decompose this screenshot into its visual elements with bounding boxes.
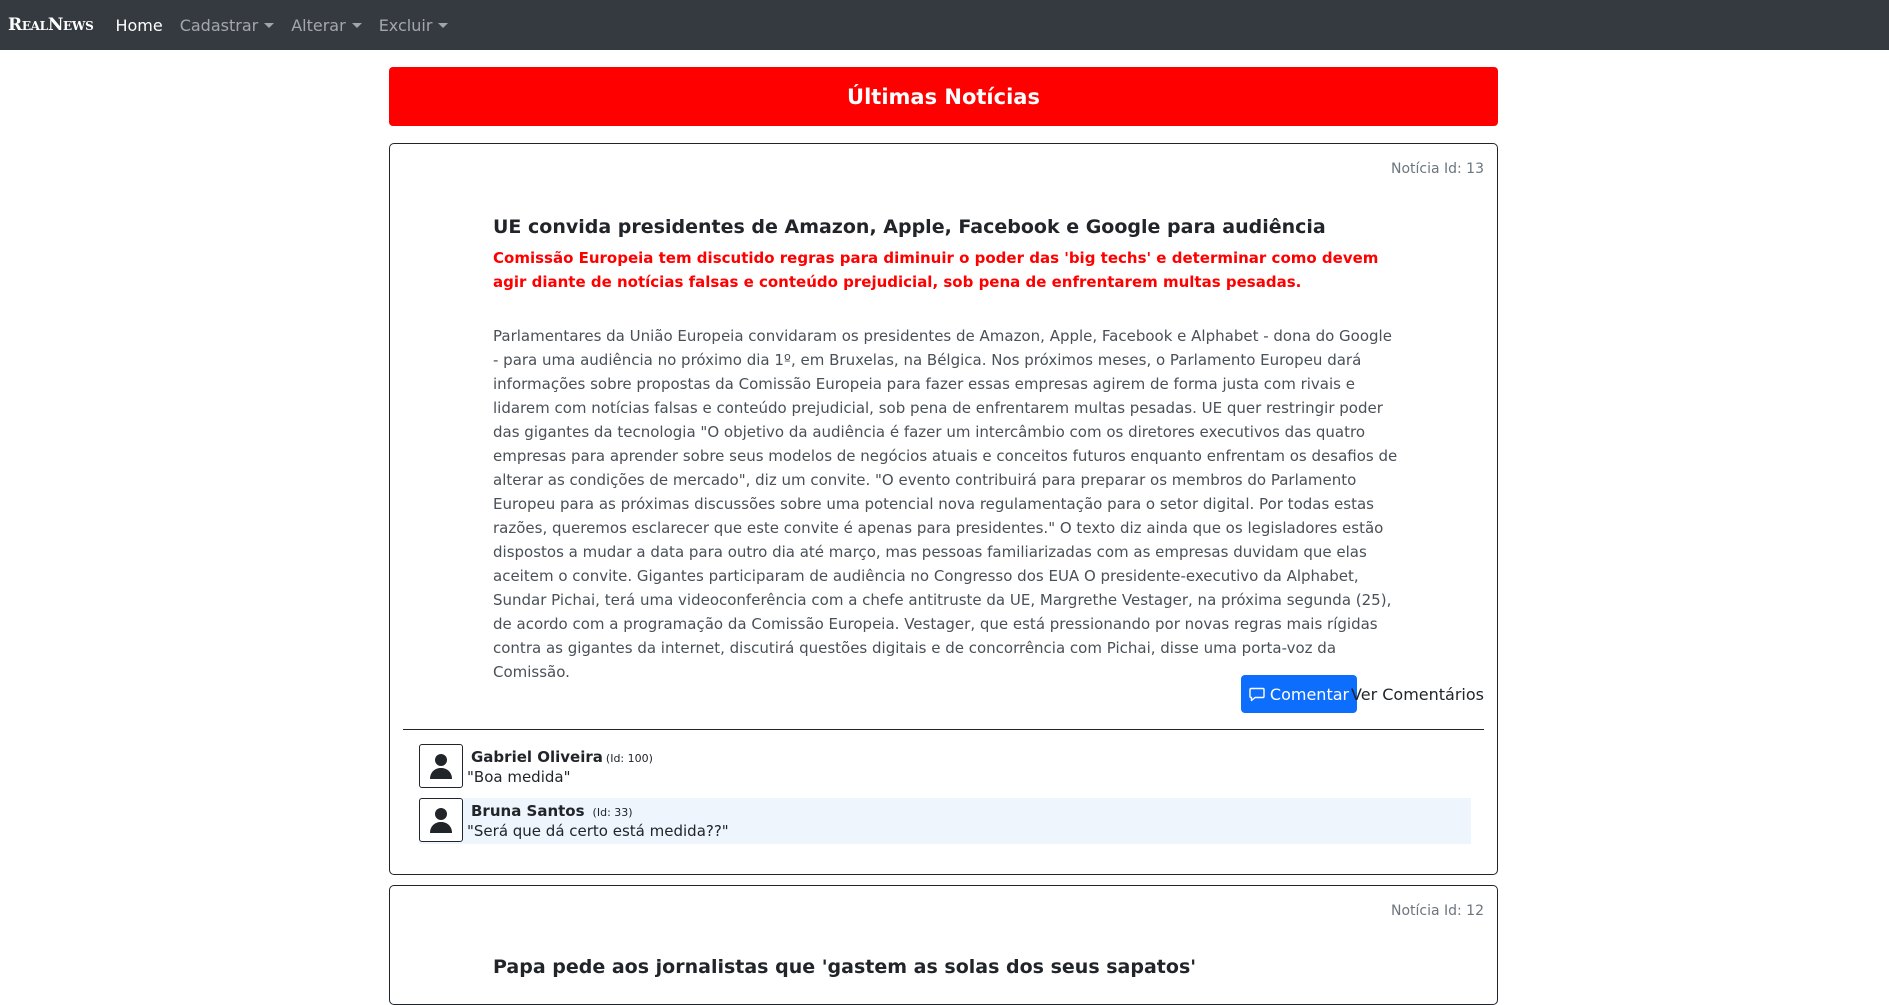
chat-bubble-icon [1249, 687, 1265, 702]
caret-down-icon [438, 22, 449, 28]
person-icon [430, 808, 452, 833]
comment-author-name: Gabriel Oliveira [471, 748, 603, 766]
comment-author-id: (Id: 100) [605, 752, 653, 765]
news-id-label: Notícia Id: 13 [1390, 161, 1484, 177]
latest-news-banner: Últimas Notícias [389, 67, 1498, 126]
view-comments-button[interactable]: Ver Comentários [1351, 675, 1484, 713]
top-navbar: RealNews Home Cadastrar Alterar Excluir [0, 0, 1889, 50]
comment-author: Bruna Santos (Id: 33) [471, 802, 633, 820]
avatar [419, 798, 463, 842]
brand-logo[interactable]: RealNews [8, 15, 94, 35]
comment-text: "Será que dá certo está medida??" [467, 822, 729, 840]
comment-item: Bruna Santos (Id: 33) "Será que dá certo … [419, 798, 1471, 844]
comment-author-id: (Id: 33) [592, 806, 633, 819]
news-card: Notícia Id: 12 Papa pede aos jornalistas… [389, 885, 1498, 1005]
comment-item: Gabriel Oliveira (Id: 100) "Boa medida" [419, 744, 1471, 790]
comment-button[interactable]: Comentar [1241, 675, 1357, 713]
news-title: UE convida presidentes de Amazon, Apple,… [493, 216, 1326, 238]
view-comments-label: Ver Comentários [1351, 684, 1484, 704]
news-title: Papa pede aos jornalistas que 'gastem as… [493, 956, 1197, 978]
banner-title: Últimas Notícias [847, 84, 1040, 109]
nav-alterar-dropdown[interactable]: Alterar [291, 15, 362, 35]
caret-down-icon [351, 22, 362, 28]
news-body: Parlamentares da União Europeia convidar… [493, 327, 1398, 681]
caret-down-icon [264, 22, 275, 28]
news-id-label: Notícia Id: 12 [1390, 903, 1484, 919]
comments-divider [403, 729, 1484, 730]
nav-cadastrar-dropdown[interactable]: Cadastrar [180, 16, 275, 35]
nav-home[interactable]: Home [115, 16, 162, 35]
news-subtitle: Comissão Europeia tem discutido regras p… [493, 249, 1379, 291]
nav-cadastrar-label: Cadastrar [179, 15, 259, 35]
nav-excluir-label: Excluir [378, 15, 433, 35]
news-card: Notícia Id: 13 UE convida presidentes de… [389, 143, 1498, 875]
nav-home-label: Home [115, 15, 163, 35]
comment-text: "Boa medida" [467, 768, 571, 786]
avatar [419, 744, 463, 788]
comment-author: Gabriel Oliveira (Id: 100) [471, 748, 653, 766]
comment-author-name: Bruna Santos [471, 802, 585, 820]
nav-alterar-label: Alterar [291, 15, 346, 35]
nav-excluir-dropdown[interactable]: Excluir [379, 16, 449, 35]
comment-button-label: Comentar [1269, 684, 1350, 704]
person-icon [430, 754, 452, 779]
